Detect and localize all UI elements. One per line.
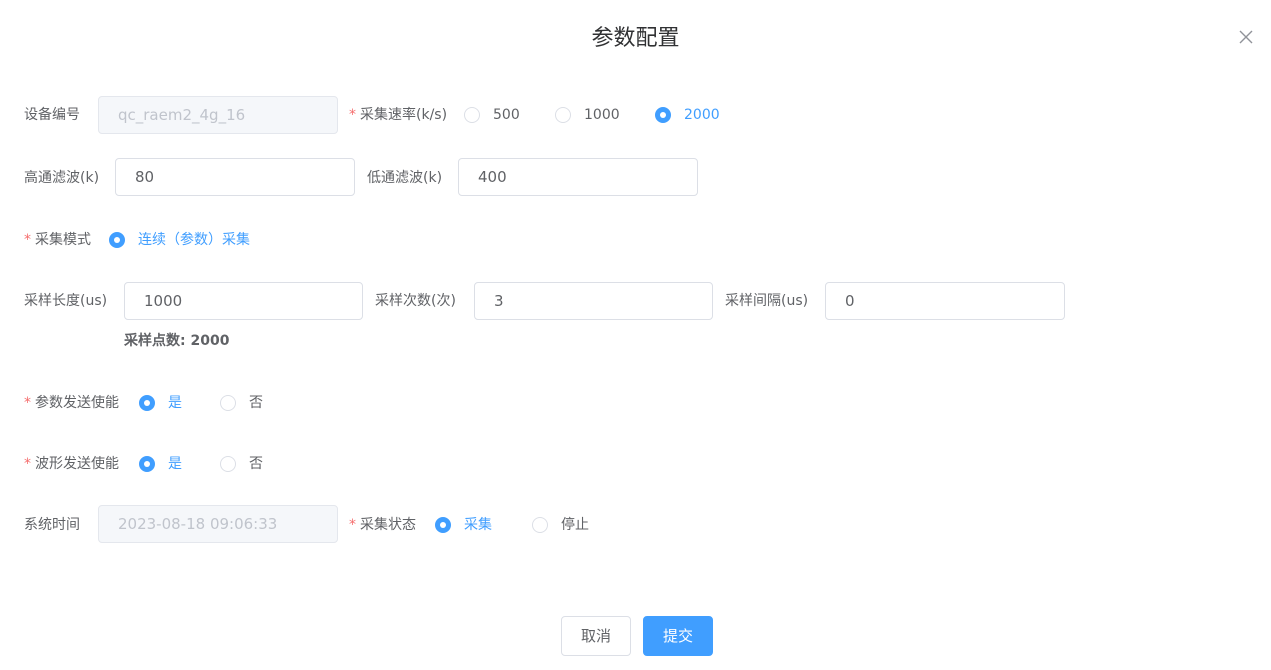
radio-circle <box>655 107 671 123</box>
radio-label: 1000 <box>584 107 620 123</box>
sample-rate-option-1000[interactable]: 1000 <box>555 105 620 125</box>
param-send-label: 参数发送使能 <box>24 393 119 413</box>
radio-label: 500 <box>493 107 520 123</box>
radio-circle <box>464 107 480 123</box>
high-pass-label: 高通滤波(k) <box>24 170 100 186</box>
cancel-button[interactable]: 取消 <box>561 616 631 656</box>
acq-mode-option-continuous[interactable]: 连续（参数）采集 <box>109 230 250 250</box>
radio-label: 2000 <box>684 107 720 123</box>
sample-points-text: 采样点数: 2000 <box>124 333 230 349</box>
radio-label: 否 <box>249 456 263 472</box>
radio-circle <box>139 456 155 472</box>
sample-rate-label: 采集速率(k/s) <box>349 105 447 125</box>
radio-label: 采集 <box>464 517 492 533</box>
system-time-label: 系统时间 <box>24 517 80 533</box>
dialog-title: 参数配置 <box>591 26 680 51</box>
radio-circle <box>532 517 548 533</box>
sample-interval-label: 采样间隔(us) <box>725 293 809 309</box>
device-id-input[interactable] <box>98 96 338 134</box>
high-pass-input[interactable] <box>115 158 355 196</box>
radio-label: 停止 <box>561 517 589 533</box>
low-pass-label: 低通滤波(k) <box>367 170 443 186</box>
radio-circle <box>220 456 236 472</box>
low-pass-input[interactable] <box>458 158 698 196</box>
device-id-label: 设备编号 <box>24 107 80 123</box>
wave-send-option-no[interactable]: 否 <box>220 454 263 474</box>
radio-circle <box>109 232 125 248</box>
radio-circle <box>220 395 236 411</box>
acq-status-option-acquire[interactable]: 采集 <box>435 515 492 535</box>
param-send-option-no[interactable]: 否 <box>220 393 263 413</box>
radio-label: 连续（参数）采集 <box>138 232 250 248</box>
sample-rate-option-500[interactable]: 500 <box>464 105 520 125</box>
sample-rate-option-2000[interactable]: 2000 <box>655 105 720 125</box>
sample-count-input[interactable] <box>474 282 713 320</box>
radio-label: 否 <box>249 395 263 411</box>
radio-circle <box>139 395 155 411</box>
radio-circle <box>435 517 451 533</box>
submit-button[interactable]: 提交 <box>643 616 713 656</box>
param-send-option-yes[interactable]: 是 <box>139 393 182 413</box>
radio-label: 是 <box>168 456 182 472</box>
radio-label: 是 <box>168 395 182 411</box>
acq-status-option-stop[interactable]: 停止 <box>532 515 589 535</box>
wave-send-option-yes[interactable]: 是 <box>139 454 182 474</box>
sample-count-label: 采样次数(次) <box>375 293 456 309</box>
sample-length-label: 采样长度(us) <box>24 293 108 309</box>
system-time-input[interactable] <box>98 505 338 543</box>
acq-mode-label: 采集模式 <box>24 230 91 250</box>
sample-interval-input[interactable] <box>825 282 1065 320</box>
sample-length-input[interactable] <box>124 282 363 320</box>
close-icon[interactable] <box>1237 28 1255 46</box>
acq-status-label: 采集状态 <box>349 515 416 535</box>
radio-circle <box>555 107 571 123</box>
wave-send-label: 波形发送使能 <box>24 454 119 474</box>
